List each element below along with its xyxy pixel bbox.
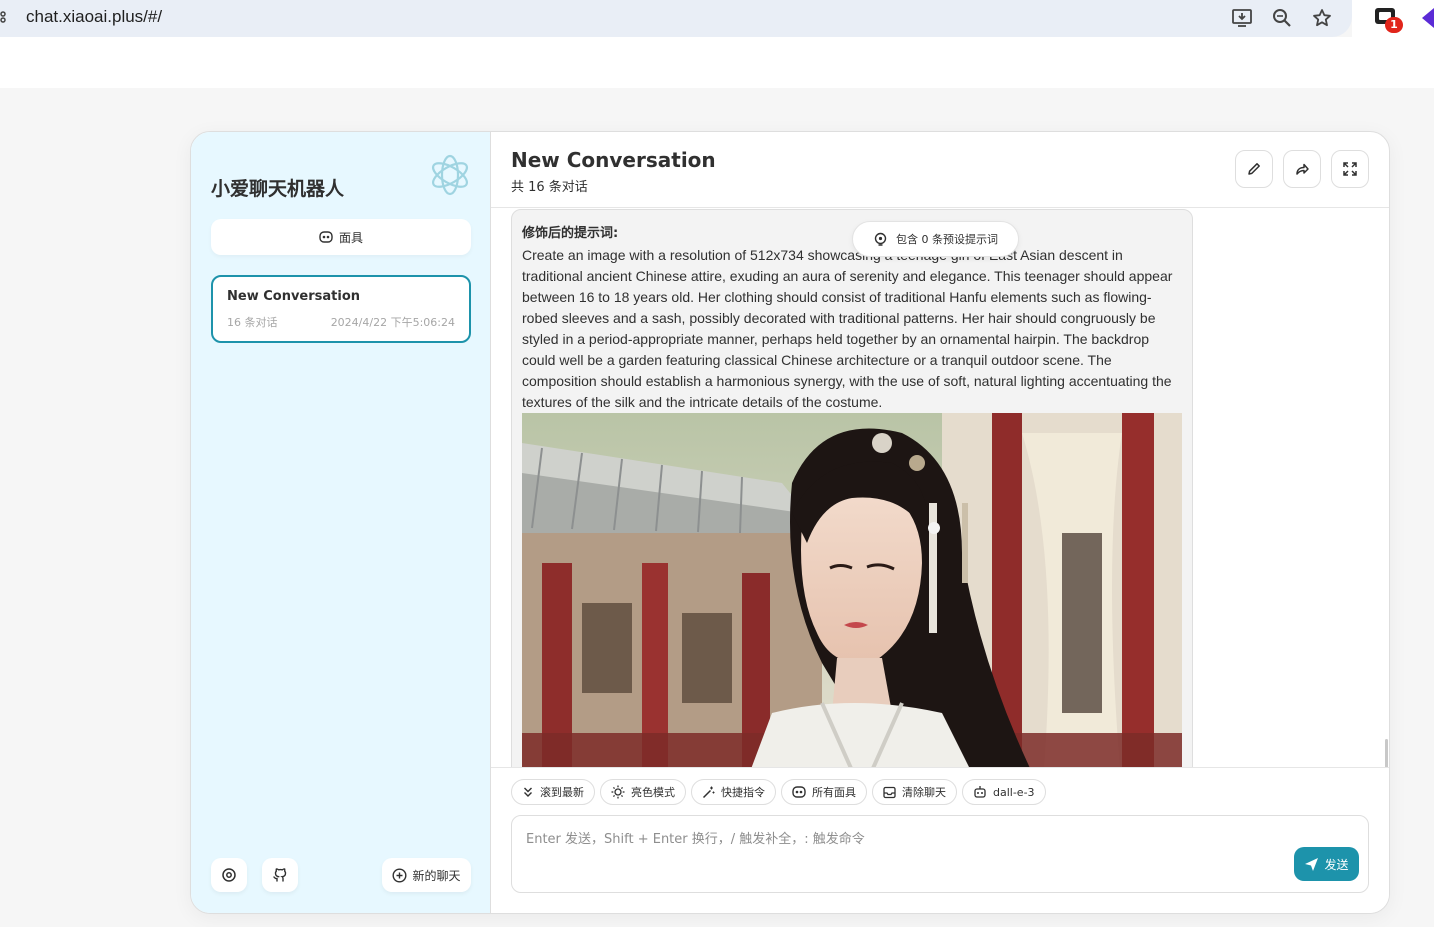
app-title: 小爱聊天机器人 — [211, 178, 345, 200]
settings-button[interactable] — [211, 858, 247, 892]
send-button[interactable]: 发送 — [1294, 847, 1359, 881]
clear-chat-label: 清除聊天 — [902, 786, 946, 799]
sidebar: 小爱聊天机器人 面具 New Conversation 16 条对话 2024/… — [191, 132, 491, 913]
scroll-to-bottom-label: 滚到最新 — [540, 786, 584, 799]
share-arrow-icon — [1296, 163, 1309, 175]
mask-icon — [319, 231, 333, 243]
new-chat-button[interactable]: 新的聊天 — [382, 858, 471, 892]
new-chat-label: 新的聊天 — [412, 868, 461, 883]
all-masks-label: 所有面具 — [812, 786, 856, 799]
github-icon — [273, 868, 287, 882]
chat-title: New Conversation — [511, 148, 716, 172]
mask-icon — [792, 786, 806, 798]
message-list[interactable]: 修饰后的提示词: Create an image with a resoluti… — [491, 209, 1389, 767]
chat-input-placeholder: Enter 发送，Shift + Enter 换行，/ 触发补全，: 触发命令 — [526, 832, 865, 847]
prompt-hint-icon — [874, 232, 887, 246]
scroll-to-bottom-button[interactable]: 滚到最新 — [511, 779, 595, 805]
install-app-icon[interactable] — [1230, 6, 1254, 30]
chat-header: New Conversation 共 16 条对话 — [491, 132, 1389, 208]
chat-main: New Conversation 共 16 条对话 修饰后的提示词: Creat… — [491, 132, 1389, 913]
broom-icon — [883, 786, 896, 798]
theme-label: 亮色模式 — [631, 786, 675, 799]
quick-commands-label: 快捷指令 — [721, 786, 765, 799]
chat-list-item[interactable]: New Conversation 16 条对话 2024/4/22 下午5:06… — [211, 275, 471, 343]
bookmark-star-icon[interactable] — [1310, 6, 1334, 30]
maximize-icon — [1343, 162, 1357, 176]
share-button[interactable] — [1283, 150, 1321, 188]
chat-item-time: 2024/4/22 下午5:06:24 — [330, 316, 455, 329]
zoom-icon[interactable] — [1270, 6, 1294, 30]
magic-wand-icon — [702, 786, 715, 798]
mask-button-label: 面具 — [338, 230, 363, 245]
quick-commands-button[interactable]: 快捷指令 — [691, 779, 776, 805]
input-panel: 滚到最新 亮色模式 快捷指令 所有面具 清除聊天 dall-e-3 Enter … — [491, 767, 1389, 913]
generated-image[interactable] — [522, 413, 1182, 767]
chat-input[interactable]: Enter 发送，Shift + Enter 换行，/ 触发补全，: 触发命令 … — [511, 815, 1369, 893]
add-circle-icon — [392, 867, 407, 883]
model-label: dall-e-3 — [993, 785, 1035, 799]
url-text[interactable]: chat.xiaoai.plus/#/ — [26, 7, 162, 27]
generated-image-illustration — [522, 413, 1182, 767]
message-text: Create an image with a resolution of 512… — [522, 247, 1173, 410]
pencil-icon — [1248, 163, 1260, 175]
rename-button[interactable] — [1235, 150, 1273, 188]
extension-purple-icon[interactable] — [1420, 6, 1434, 30]
openai-logo-icon — [431, 154, 469, 196]
mask-button[interactable]: 面具 — [211, 219, 471, 255]
send-label: 发送 — [1324, 857, 1349, 872]
robot-icon — [974, 786, 986, 798]
browser-address-bar[interactable]: chat.xiaoai.plus/#/ — [0, 0, 1352, 37]
assistant-message: 修饰后的提示词: Create an image with a resoluti… — [511, 209, 1193, 767]
model-select-button[interactable]: dall-e-3 — [962, 779, 1046, 805]
site-settings-icon[interactable] — [0, 10, 10, 24]
scrollbar-thumb[interactable] — [1385, 739, 1388, 767]
send-icon — [1305, 857, 1319, 871]
preset-prompts-pill[interactable]: 包含 0 条预设提示词 — [852, 221, 1019, 257]
all-masks-button[interactable]: 所有面具 — [781, 779, 867, 805]
sun-icon — [611, 785, 625, 799]
chat-actions: 滚到最新 亮色模式 快捷指令 所有面具 清除聊天 dall-e-3 — [511, 779, 1051, 805]
double-chevron-down-icon — [524, 787, 532, 797]
extension-badge: 1 — [1385, 17, 1403, 33]
theme-button[interactable]: 亮色模式 — [600, 779, 686, 805]
chat-item-title: New Conversation — [227, 289, 361, 304]
preset-prompts-label: 包含 0 条预设提示词 — [896, 233, 998, 246]
chat-item-count: 16 条对话 — [227, 316, 278, 329]
chat-app-window: 小爱聊天机器人 面具 New Conversation 16 条对话 2024/… — [190, 131, 1390, 914]
clear-chat-button[interactable]: 清除聊天 — [872, 779, 957, 805]
github-button[interactable] — [262, 858, 298, 892]
chat-subtitle: 共 16 条对话 — [511, 180, 588, 195]
fullscreen-button[interactable] — [1331, 150, 1369, 188]
page-top-strip — [0, 37, 1434, 88]
settings-icon — [222, 868, 236, 882]
